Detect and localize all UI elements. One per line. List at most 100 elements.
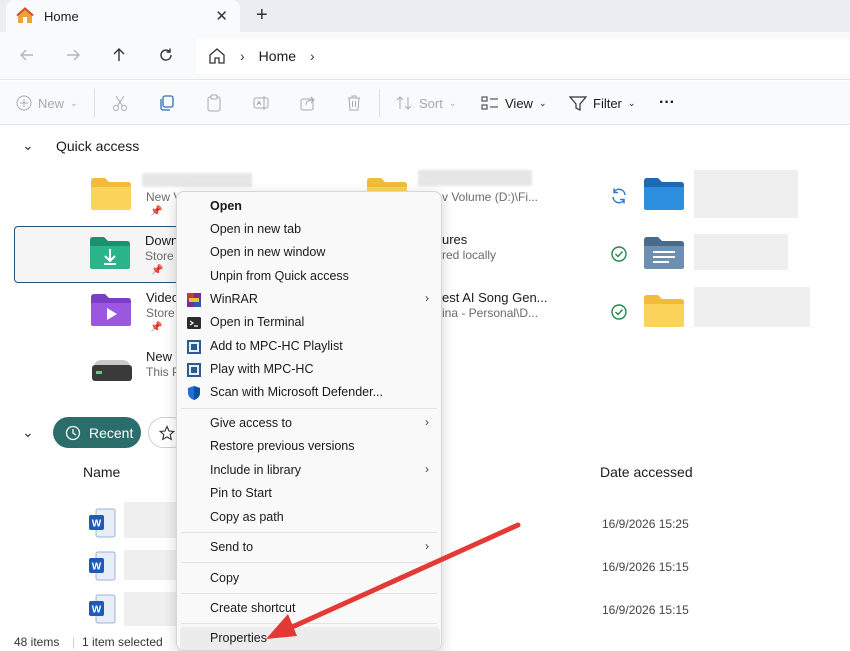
menu-item-restore-versions[interactable]: Restore previous versions (177, 435, 441, 458)
menu-separator (181, 408, 437, 409)
context-menu: Open Open in new tab Open in new window … (176, 191, 442, 651)
menu-item-create-shortcut[interactable]: Create shortcut (177, 597, 441, 620)
copy-button[interactable] (158, 92, 182, 114)
menu-item-give-access[interactable]: Give access to › (177, 412, 441, 435)
pin-icon: 📌 (150, 322, 163, 333)
up-icon[interactable] (108, 44, 130, 66)
quick-access-item[interactable]: Video Store 📌 (86, 284, 186, 342)
quick-access-item-selected[interactable]: Down Store 📌 (14, 226, 194, 283)
menu-item-play-mpc[interactable]: Play with MPC-HC (177, 358, 441, 381)
menu-item-open[interactable]: Open (177, 195, 441, 218)
pin-icon: 📌 (151, 265, 164, 276)
command-bar: New ⌄ Sort ⌄ View ⌄ Filter ⌄ ··· (0, 81, 850, 125)
menu-item-open-terminal[interactable]: Open in Terminal (177, 311, 441, 334)
new-label: New (38, 95, 65, 111)
filter-button[interactable]: Filter ⌄ (569, 92, 635, 114)
paste-button[interactable] (205, 92, 229, 114)
selection-count: 1 item selected (82, 635, 163, 649)
filter-label: Filter (593, 95, 622, 111)
menu-item-open-new-window[interactable]: Open in new window (177, 241, 441, 264)
more-options-button[interactable]: ··· (659, 92, 675, 114)
menu-item-copy[interactable]: Copy (177, 567, 441, 590)
menu-separator (181, 562, 437, 563)
clock-icon (65, 425, 81, 440)
svg-text:W: W (92, 605, 102, 616)
view-button[interactable]: View ⌄ (481, 92, 547, 114)
rename-button[interactable] (252, 92, 276, 114)
item-count: 48 items (14, 635, 60, 649)
word-document-icon: W (89, 594, 116, 624)
view-label: View (505, 95, 533, 111)
svg-text:W: W (92, 519, 102, 530)
folder-icon[interactable] (643, 294, 685, 328)
rename-icon (253, 96, 269, 110)
menu-item-send-to[interactable]: Send to › (177, 536, 441, 559)
sync-icon (612, 188, 626, 204)
item-location: This P (146, 365, 181, 379)
desktop-folder-icon[interactable] (643, 177, 685, 211)
item-location: red locally (442, 248, 497, 262)
blurred-name (124, 592, 176, 626)
date-accessed: 16/9/2026 15:15 (602, 560, 689, 574)
chevron-down-icon[interactable]: ⌄ (22, 137, 34, 154)
date-accessed: 16/9/2026 15:25 (602, 517, 689, 531)
menu-item-copy-path[interactable]: Copy as path (177, 506, 441, 529)
column-header-name[interactable]: Name (83, 464, 120, 480)
quick-access-item[interactable]: New V This P (86, 343, 186, 401)
menu-item-include-library[interactable]: Include in library › (177, 459, 441, 482)
divider (94, 89, 95, 117)
refresh-icon[interactable] (155, 44, 177, 66)
chevron-right-icon[interactable]: › (240, 48, 245, 64)
menu-separator (181, 532, 437, 533)
item-location: Store (146, 306, 175, 320)
column-header-date[interactable]: Date accessed (600, 464, 693, 480)
breadcrumb[interactable]: Home (259, 48, 296, 64)
menu-item-winrar[interactable]: WinRAR › (177, 288, 441, 311)
menu-item-defender-scan[interactable]: Scan with Microsoft Defender... (177, 381, 441, 404)
forward-icon[interactable] (62, 44, 84, 66)
new-tab-button[interactable]: + (256, 4, 268, 27)
tab-title: Home (44, 8, 79, 24)
plus-circle-icon (16, 95, 32, 111)
documents-folder-icon[interactable] (643, 236, 685, 270)
menu-item-open-new-tab[interactable]: Open in new tab (177, 218, 441, 241)
menu-item-unpin-quick-access[interactable]: Unpin from Quick access (177, 265, 441, 288)
blurred-name (142, 173, 252, 187)
recent-tab[interactable]: Recent (53, 417, 141, 448)
item-name: Down (145, 233, 179, 248)
chevron-down-icon[interactable]: ⌄ (22, 424, 34, 441)
home-icon[interactable] (208, 47, 226, 65)
tab-strip: Home ✕ + (0, 0, 850, 32)
check-circle-icon (611, 304, 627, 320)
chevron-right-icon[interactable]: › (310, 48, 315, 64)
svg-text:W: W (92, 562, 102, 573)
menu-item-add-mpc-playlist[interactable]: Add to MPC-HC Playlist (177, 335, 441, 358)
new-button[interactable]: New ⌄ (16, 92, 78, 114)
recent-label: Recent (89, 424, 134, 441)
winrar-icon (187, 293, 201, 307)
item-name: Video (146, 290, 180, 305)
word-document-icon: W (89, 551, 116, 581)
blurred-name (694, 287, 810, 327)
menu-item-properties[interactable]: Properties (180, 627, 440, 650)
delete-button[interactable] (345, 92, 369, 114)
tab-home[interactable]: Home ✕ (6, 0, 240, 32)
pin-icon: 📌 (150, 206, 163, 217)
sort-button[interactable]: Sort ⌄ (395, 92, 456, 114)
back-icon[interactable] (16, 44, 38, 66)
address-bar[interactable]: › Home › (196, 38, 850, 74)
paste-icon (207, 94, 221, 112)
cut-button[interactable] (111, 92, 135, 114)
tab-close-icon[interactable]: ✕ (215, 7, 228, 25)
share-icon (300, 96, 315, 111)
word-document-icon: W (89, 508, 116, 538)
submenu-chevron-icon: › (425, 539, 429, 553)
copy-icon (160, 95, 174, 111)
menu-separator (181, 593, 437, 594)
item-location: ina - Personal\D... (442, 306, 539, 320)
share-button[interactable] (299, 92, 323, 114)
menu-item-pin-start[interactable]: Pin to Start (177, 482, 441, 505)
view-icon (481, 96, 498, 110)
navigation-bar: › Home › (0, 32, 850, 80)
blurred-name (124, 550, 176, 580)
